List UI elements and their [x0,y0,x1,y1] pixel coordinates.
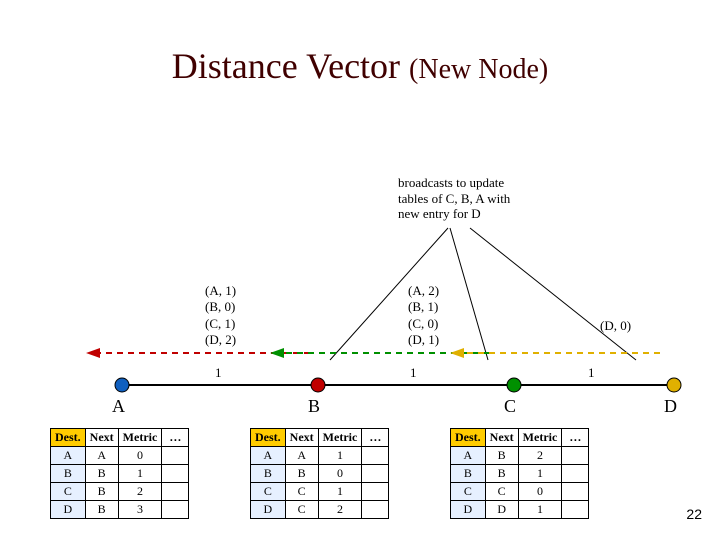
th-dest: Dest. [251,429,286,447]
vector-c-row: (C, 0) [408,316,439,332]
cell: A [285,447,318,465]
th-metric: Metric [318,429,362,447]
th-next: Next [285,429,318,447]
slide-title: Distance Vector (New Node) [0,45,720,87]
broadcast-note: broadcasts to update tables of C, B, A w… [398,175,598,222]
cell: 2 [118,483,162,501]
cell [362,483,389,501]
cell: D [51,501,86,519]
cell: B [485,465,518,483]
cell: D [251,501,286,519]
cell: B [251,465,286,483]
cell: 1 [118,465,162,483]
cell [162,465,189,483]
vector-b-row: (C, 1) [205,316,236,332]
cell [162,501,189,519]
edge-label-ab: 1 [215,365,222,381]
routing-table-b: Dest. Next Metric … AA1 BB0 CC1 DC2 [250,428,389,519]
cell [162,483,189,501]
cell: A [85,447,118,465]
vector-d-row: (D, 0) [600,318,631,333]
vector-d: (D, 0) [600,318,631,334]
title-sub: (New Node) [409,54,548,85]
vector-c: (A, 2) (B, 1) (C, 0) (D, 1) [408,283,439,348]
vector-b: (A, 1) (B, 0) (C, 1) (D, 2) [205,283,236,348]
th-next: Next [85,429,118,447]
node-label-c: C [504,396,516,417]
cell: 3 [118,501,162,519]
cell: B [451,465,486,483]
cell [362,501,389,519]
edge-label-cd: 1 [588,365,595,381]
cell: 2 [318,501,362,519]
note-line2: tables of C, B, A with [398,191,598,207]
vector-c-row: (B, 1) [408,299,439,315]
cell: C [451,483,486,501]
cell: C [485,483,518,501]
cell: B [51,465,86,483]
note-line3: new entry for D [398,206,598,222]
vector-c-row: (A, 2) [408,283,439,299]
routing-table-c: Dest. Next Metric … AB2 BB1 CC0 DD1 [450,428,589,519]
cell: 0 [118,447,162,465]
cell: 1 [518,501,562,519]
th-etc: … [562,429,589,447]
vector-b-row: (B, 0) [205,299,236,315]
cell: A [51,447,86,465]
edge-label-bc: 1 [410,365,417,381]
vector-b-row: (A, 1) [205,283,236,299]
cell: B [285,465,318,483]
title-main: Distance Vector [172,46,400,86]
vector-c-row: (D, 1) [408,332,439,348]
vector-b-row: (D, 2) [205,332,236,348]
cell [362,465,389,483]
cell: 0 [518,483,562,501]
th-metric: Metric [118,429,162,447]
th-etc: … [362,429,389,447]
cell [562,501,589,519]
cell: C [51,483,86,501]
note-line1: broadcasts to update [398,175,598,191]
th-metric: Metric [518,429,562,447]
cell: C [285,501,318,519]
cell: B [485,447,518,465]
node-label-a: A [112,396,125,417]
node-label-d: D [664,396,677,417]
cell: C [285,483,318,501]
th-etc: … [162,429,189,447]
cell: B [85,501,118,519]
cell: 1 [518,465,562,483]
cell: D [451,501,486,519]
th-dest: Dest. [51,429,86,447]
cell [562,465,589,483]
cell [562,447,589,465]
cell [362,447,389,465]
cell [562,483,589,501]
cell: 1 [318,483,362,501]
slide: Distance Vector (New Node) broadcasts to… [0,0,720,540]
cell: 2 [518,447,562,465]
routing-table-a: Dest. Next Metric … AA0 BB1 CB2 DB3 [50,428,189,519]
cell [162,447,189,465]
cell: 0 [318,465,362,483]
th-dest: Dest. [451,429,486,447]
th-next: Next [485,429,518,447]
cell: 1 [318,447,362,465]
cell: C [251,483,286,501]
cell: B [85,465,118,483]
cell: A [251,447,286,465]
cell: B [85,483,118,501]
page-number: 22 [686,506,702,522]
cell: A [451,447,486,465]
cell: D [485,501,518,519]
node-label-b: B [308,396,320,417]
